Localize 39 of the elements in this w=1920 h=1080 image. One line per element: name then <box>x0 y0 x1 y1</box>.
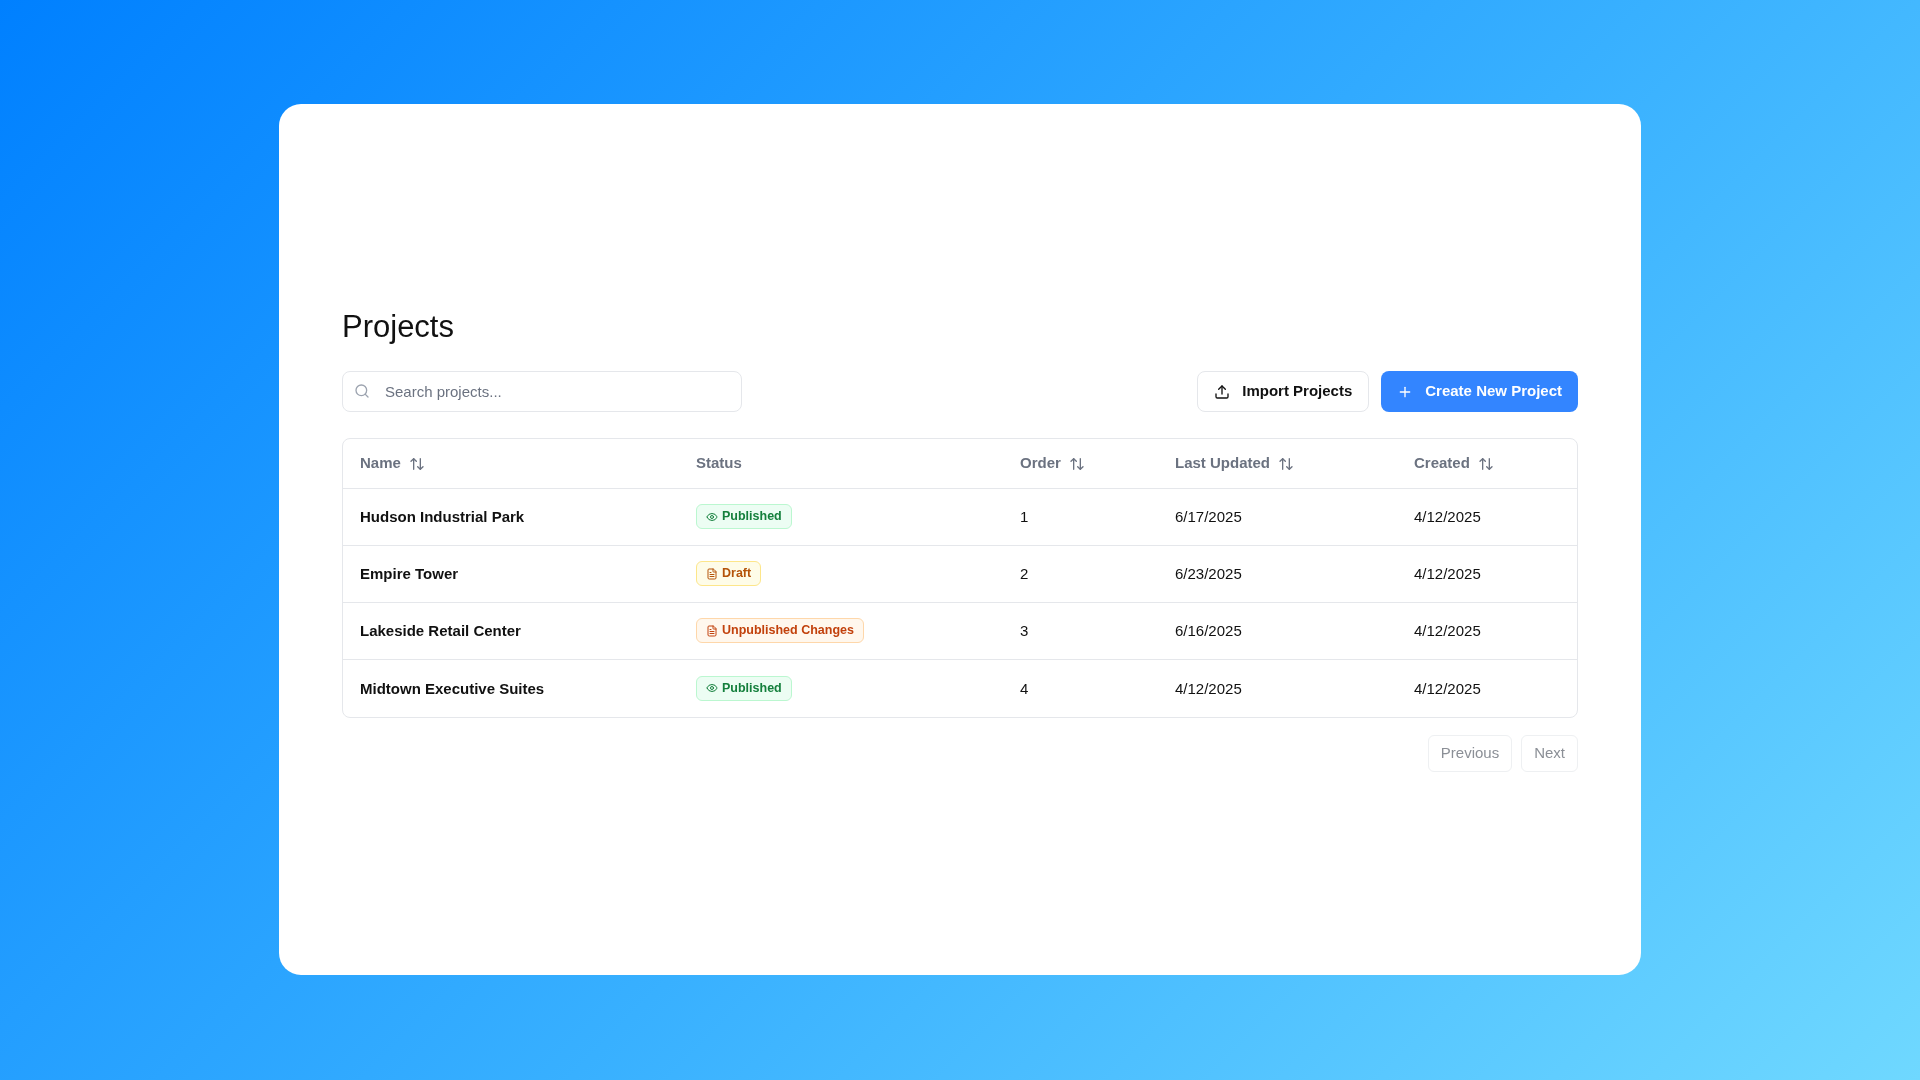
date-cell: 4/12/2025 <box>1414 508 1481 525</box>
column-header[interactable]: Created <box>1414 452 1494 475</box>
sort-icon <box>408 455 425 472</box>
column-header[interactable]: Status <box>696 452 742 475</box>
date-cell: 6/17/2025 <box>1175 508 1242 525</box>
project-name: Midtown Executive Suites <box>360 679 545 697</box>
status-badge: Draft <box>696 561 762 587</box>
date-cell: 4/12/2025 <box>1414 565 1481 582</box>
eye-icon <box>706 682 718 695</box>
status-badge: Published <box>696 504 792 530</box>
order-cell: 4 <box>1020 679 1029 697</box>
sort-icon <box>1477 455 1494 472</box>
sort-icon <box>1278 455 1294 472</box>
sort-icon <box>1068 455 1085 472</box>
status-badge: Published <box>696 675 792 701</box>
document-icon <box>706 567 718 580</box>
column-header[interactable]: Name <box>360 452 425 475</box>
order-cell: 2 <box>1020 565 1029 582</box>
project-name: Empire Tower <box>360 565 459 582</box>
project-name: Hudson Industrial Park <box>360 508 525 525</box>
status-badge: Unpublished Changes <box>696 618 864 644</box>
column-header[interactable]: Last Updated <box>1175 452 1294 475</box>
create-button[interactable]: Create New Project <box>1381 371 1578 412</box>
search-icon <box>354 383 370 399</box>
search-field[interactable]: Search projects... <box>342 371 742 412</box>
upload-icon <box>1214 383 1231 400</box>
column-header[interactable]: Order <box>1020 452 1085 475</box>
date-cell: 4/12/2025 <box>1414 679 1481 697</box>
date-cell: 6/23/2025 <box>1175 565 1242 582</box>
page-title: Projects <box>342 308 455 346</box>
document-icon <box>706 624 718 637</box>
import-button[interactable]: Import Projects <box>1197 371 1370 412</box>
date-cell: 4/12/2025 <box>1414 622 1481 639</box>
date-cell: 6/16/2025 <box>1175 622 1242 639</box>
eye-icon <box>706 510 718 523</box>
project-name: Lakeside Retail Center <box>360 622 521 639</box>
order-cell: 1 <box>1020 508 1029 525</box>
order-cell: 3 <box>1020 622 1029 639</box>
date-cell: 4/12/2025 <box>1175 679 1242 697</box>
